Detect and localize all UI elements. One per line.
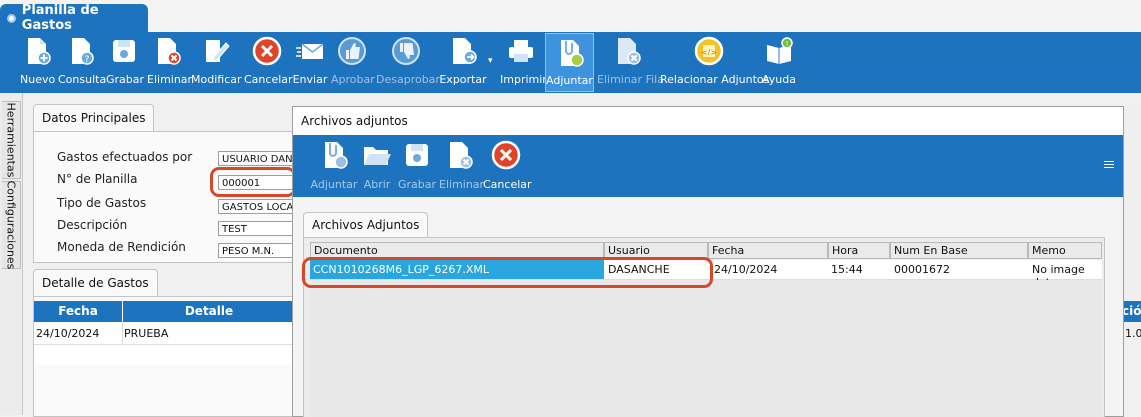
- send-mail-icon: [296, 43, 324, 59]
- printer-icon: [509, 40, 533, 62]
- col-memo[interactable]: Memo: [1028, 242, 1102, 259]
- delete-button[interactable]: Eliminar: [147, 32, 192, 90]
- cell-hora: 15:44: [831, 263, 863, 276]
- label-descripcion: Descripción: [57, 218, 128, 232]
- tab-archivos-adjuntos[interactable]: Archivos Adjuntos: [303, 212, 429, 237]
- new-button[interactable]: Nuevo: [20, 32, 55, 90]
- cell-fecha: 24/10/2024: [714, 263, 778, 276]
- delete-row-icon: [618, 38, 641, 65]
- tab-detalle-gastos[interactable]: Detalle de Gastos: [33, 269, 158, 297]
- cancel-icon: [252, 36, 282, 66]
- label-numero-planilla: N° de Planilla: [57, 172, 138, 186]
- export-dropdown[interactable]: ▾: [488, 32, 496, 90]
- send-button[interactable]: Enviar: [292, 32, 328, 90]
- svg-text:</>: </>: [701, 48, 717, 57]
- help-book-icon: !: [767, 37, 793, 64]
- tab-datos-principales[interactable]: Datos Principales: [33, 104, 155, 132]
- save-button[interactable]: Grabar: [106, 32, 144, 90]
- save-icon: [113, 40, 135, 62]
- col-cut-header: ción: [1122, 301, 1141, 322]
- side-tabs: Herramientas Configuraciones: [0, 93, 23, 415]
- dialog-open-button[interactable]: Abrir: [361, 135, 393, 193]
- highlight-ring-planilla: [210, 167, 296, 197]
- dialog-delete-button[interactable]: Eliminar: [439, 135, 484, 193]
- svg-text:!: !: [786, 40, 789, 48]
- new-document-icon: [28, 38, 51, 65]
- export-icon: [453, 38, 477, 64]
- query-document-icon: ?: [72, 38, 94, 65]
- export-button[interactable]: Exportar: [439, 32, 487, 90]
- delete-file-icon: [450, 142, 473, 169]
- window-title: Planilla de Gastos: [21, 3, 99, 33]
- cancel-button[interactable]: Cancelar: [244, 32, 293, 90]
- side-tab-configuraciones[interactable]: Configuraciones: [2, 181, 21, 269]
- main-toolbar: Nuevo ? Consulta Grabar Eliminar Modific…: [0, 32, 1141, 93]
- approve-button[interactable]: Aprobar: [331, 32, 375, 90]
- table-row-empty[interactable]: [34, 345, 295, 365]
- col-fecha-header[interactable]: Fecha: [34, 301, 122, 322]
- print-button[interactable]: Imprimir: [500, 32, 547, 90]
- dialog-toolbar: Adjuntar Abrir Grabar Eliminar Cancelar: [293, 135, 1123, 197]
- window-tab[interactable]: Planilla de Gastos: [0, 3, 148, 33]
- open-folder-icon: [364, 147, 391, 165]
- delete-row-button[interactable]: Eliminar Fila: [597, 32, 664, 90]
- field-gastos-efectuados[interactable]: USUARIO DANFI: [218, 151, 298, 166]
- cell-fecha: 24/10/2024: [36, 327, 100, 340]
- table-row[interactable]: 24/10/2024 PRUEBA: [34, 323, 295, 365]
- query-button[interactable]: ? Consulta: [58, 32, 106, 90]
- highlight-ring-document: [302, 257, 713, 288]
- svg-text:?: ?: [85, 55, 90, 65]
- field-tipo-gastos[interactable]: GASTOS LOCALES: [218, 199, 298, 214]
- radio-dot-icon: [7, 13, 16, 23]
- attach-icon: [560, 40, 584, 67]
- col-detalle-header[interactable]: Detalle: [123, 301, 295, 322]
- col-fecha[interactable]: Fecha: [708, 242, 828, 259]
- side-tab-herramientas[interactable]: Herramientas: [2, 101, 21, 179]
- modify-button[interactable]: Modificar: [191, 32, 242, 90]
- link-attachments-icon: </>: [694, 36, 724, 66]
- disapprove-button[interactable]: Desaprobar: [376, 32, 440, 90]
- cell-num-en-base: 00001672: [894, 263, 950, 276]
- dialog-attach-button[interactable]: Adjuntar: [310, 135, 358, 193]
- title-strip: [0, 0, 1141, 32]
- dialog-cancel-button[interactable]: Cancelar: [483, 135, 532, 193]
- label-tipo-gastos: Tipo de Gastos: [57, 196, 147, 210]
- edit-icon: [206, 40, 230, 62]
- dialog-title: Archivos adjuntos: [293, 107, 1123, 135]
- attach-file-icon: [325, 142, 348, 169]
- chevron-down-icon: ▾: [488, 56, 493, 66]
- dialog-menu-icon[interactable]: [1104, 161, 1114, 168]
- link-attachments-button[interactable]: </> Relacionar Adjuntos: [660, 32, 769, 90]
- label-gastos-efectuados: Gastos efectuados por: [57, 150, 193, 164]
- thumbs-up-icon: [338, 37, 366, 65]
- thumbs-down-icon: [392, 37, 420, 65]
- cell-detalle: PRUEBA: [124, 327, 169, 340]
- delete-document-icon: [158, 38, 181, 65]
- attach-button[interactable]: Adjuntar: [545, 33, 594, 92]
- label-moneda-rendicion: Moneda de Rendición: [57, 240, 186, 254]
- grid-empty-area: [310, 280, 1102, 417]
- col-hora[interactable]: Hora: [828, 242, 890, 259]
- right-edge: [1122, 104, 1141, 300]
- cancel-icon: [491, 140, 521, 170]
- help-button[interactable]: ! Ayuda: [762, 32, 796, 90]
- save-icon: [406, 144, 428, 166]
- cell-cut-value: 1.0: [1125, 327, 1141, 340]
- col-num-en-base[interactable]: Num En Base: [890, 242, 1028, 259]
- field-descripcion[interactable]: TEST: [218, 221, 298, 236]
- field-moneda-rendicion[interactable]: PESO M.N.: [218, 243, 298, 258]
- dialog-save-button[interactable]: Grabar: [397, 135, 437, 193]
